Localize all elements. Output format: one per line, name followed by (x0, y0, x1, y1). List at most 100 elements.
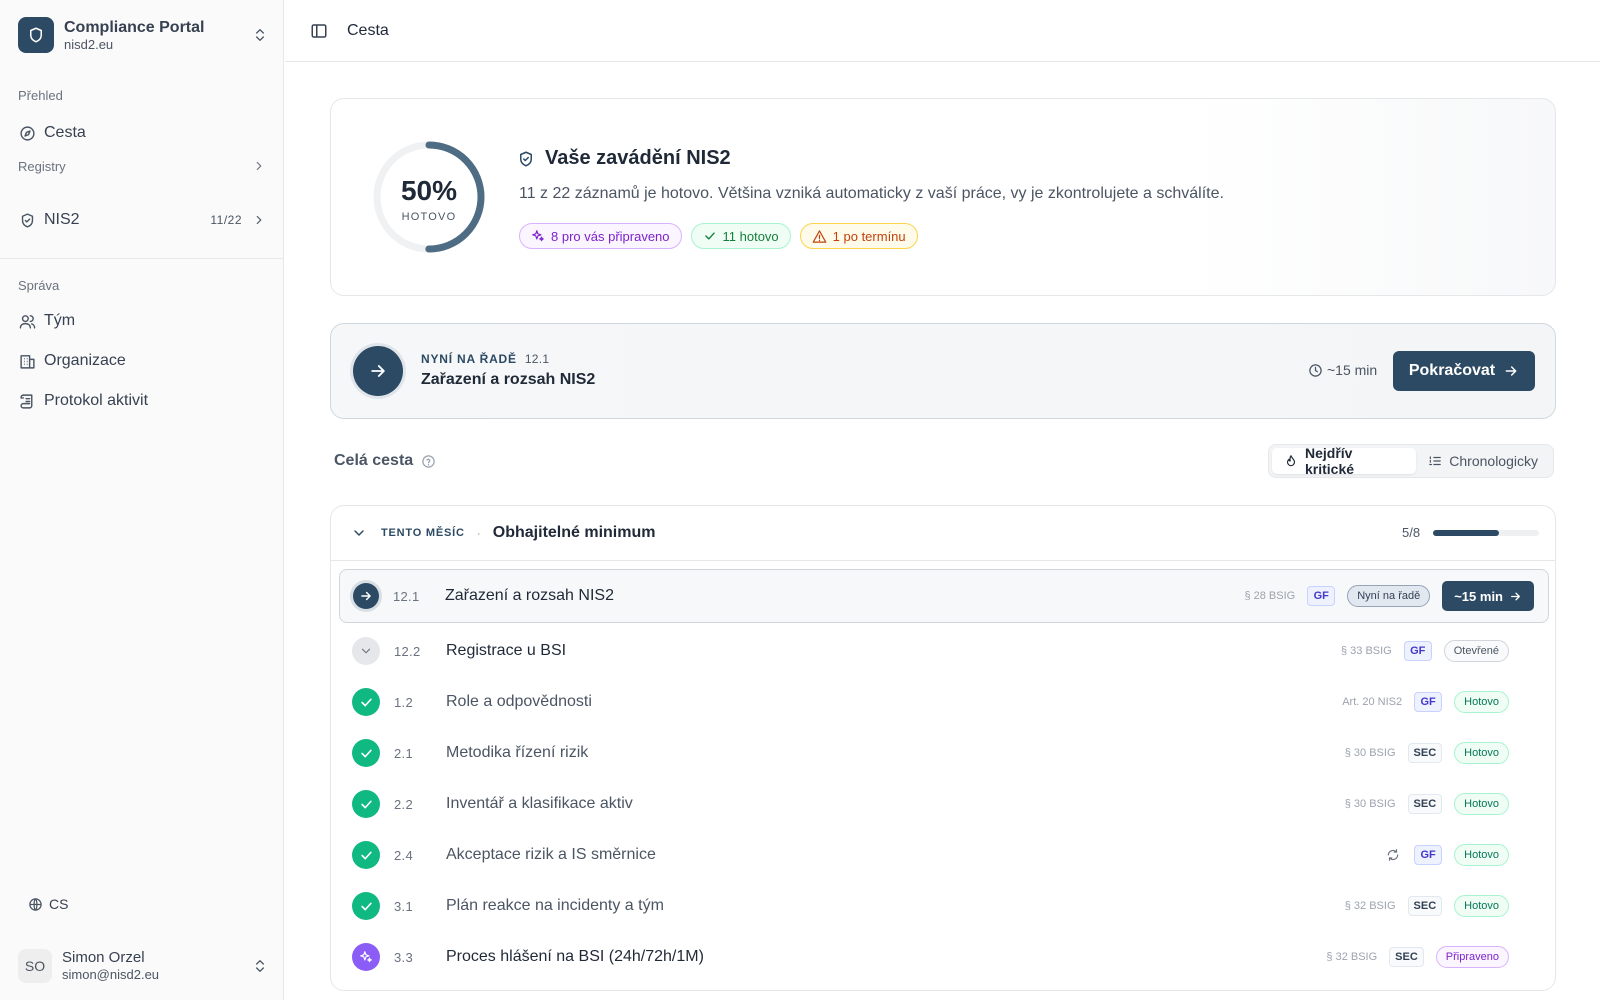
status-pills: 8 pro vás připraveno 11 hotovo 1 po term… (519, 223, 927, 249)
row-code: 2.1 (394, 745, 413, 761)
task-group-progress (1433, 530, 1539, 536)
table-row[interactable]: 12.2 Registrace u BSI § 33 BSIG GF Otevř… (339, 626, 1549, 676)
sparkles-icon (531, 229, 545, 243)
status-badge: Hotovo (1454, 793, 1509, 815)
help-circle-icon[interactable] (421, 454, 436, 469)
sidebar-toggle-icon[interactable] (309, 21, 329, 41)
pill-done[interactable]: 11 hotovo (690, 223, 791, 249)
start-task-button-label: ~15 min (1454, 588, 1503, 604)
row-code: 12.1 (393, 588, 420, 604)
chevron-down-icon[interactable] (352, 637, 380, 665)
language-label: CS (49, 896, 69, 912)
sidebar-item-nis2[interactable]: NIS2 11/22 (18, 206, 266, 234)
nis2-count: 11/22 (210, 213, 242, 227)
status-badge: Nyní na řadě (1347, 585, 1431, 607)
table-row[interactable]: 2.1 Metodika řízení rizik § 30 BSIG SEC … (339, 728, 1549, 778)
refresh-icon (1386, 848, 1400, 862)
row-code: 3.3 (394, 949, 413, 965)
sidebar-item-label: Registry (18, 158, 66, 174)
row-tag: GF (1307, 586, 1336, 606)
full-path-heading: Celá cesta (334, 452, 436, 470)
check-circle-icon (352, 739, 380, 767)
topbar: Cesta (285, 0, 1600, 62)
section-label-admin: Správa (18, 278, 60, 293)
progress-card: 50% HOTOVO Vaše zavádění NIS2 11 z 22 zá… (330, 98, 1556, 296)
status-badge: Hotovo (1454, 742, 1509, 764)
user-menu[interactable]: SO Simon Orzel simon@nisd2.eu (18, 946, 268, 986)
sort-chronological-button[interactable]: Chronologicky (1416, 448, 1550, 474)
check-circle-icon (352, 892, 380, 920)
row-title: Registrace u BSI (446, 642, 567, 659)
chevron-right-icon (252, 213, 266, 227)
table-row[interactable]: 1.2 Role a odpovědnosti Art. 20 NIS2 GF … (339, 677, 1549, 727)
user-email: simon@nisd2.eu (62, 967, 160, 982)
full-path-heading-text: Celá cesta (334, 452, 414, 469)
sidebar-item-label: NIS2 (44, 211, 80, 228)
sidebar-item-label: Protokol aktivit (44, 392, 149, 409)
task-group-count: 5/8 (1402, 525, 1421, 540)
check-circle-icon (352, 790, 380, 818)
pill-overdue[interactable]: 1 po termínu (799, 223, 918, 249)
chevron-up-down-icon (252, 958, 268, 974)
chevron-right-icon (252, 159, 266, 173)
chevron-down-icon (351, 525, 367, 541)
shield-check-icon (517, 150, 535, 168)
row-code: 3.1 (394, 898, 413, 914)
row-title: Inventář a klasifikace aktiv (446, 795, 633, 812)
row-code: 1.2 (394, 694, 413, 710)
status-badge: Otevřené (1443, 640, 1509, 662)
arrow-right-icon (1503, 363, 1519, 379)
task-group-eyebrow: TENTO MĚSÍC (381, 527, 465, 539)
table-row[interactable]: 3.3 Proces hlášení na BSI (24h/72h/1M) §… (339, 932, 1549, 982)
check-circle-icon (352, 841, 380, 869)
continue-button-label: Pokračovat (1408, 362, 1496, 379)
hero-description: 11 z 22 záznamů je hotovo. Většina vznik… (519, 185, 1224, 202)
table-row[interactable]: 3.1 Plán reakce na incidenty a tým § 32 … (339, 881, 1549, 931)
pill-prepared-label: 8 pro vás připraveno (551, 228, 670, 244)
row-tag: SEC (1389, 947, 1424, 967)
row-reference: § 33 BSIG (1340, 645, 1392, 657)
status-badge: Hotovo (1454, 691, 1509, 713)
next-up-time-text: ~15 min (1327, 362, 1378, 378)
shield-check-icon (18, 211, 36, 229)
check-circle-icon (352, 688, 380, 716)
table-row[interactable]: 2.2 Inventář a klasifikace aktiv § 30 BS… (339, 779, 1549, 829)
task-group-header[interactable]: TENTO MĚSÍC · Obhajitelné minimum 5/8 (331, 506, 1555, 561)
language-switcher[interactable]: CS (28, 896, 68, 912)
table-row[interactable]: 12.1 Zařazení a rozsah NIS2 § 28 BSIG GF… (339, 569, 1549, 623)
arrow-right-icon (1509, 590, 1522, 603)
pill-prepared[interactable]: 8 pro vás připraveno (519, 223, 682, 249)
users-icon (18, 312, 36, 330)
breadcrumb: Cesta (347, 21, 389, 39)
sidebar-item-label: Cesta (44, 124, 86, 141)
sort-toggle: Nejdřív kritické Chronologicky (1268, 444, 1554, 478)
sidebar-item-organization[interactable]: Organizace (18, 347, 266, 375)
sidebar: Compliance Portal nisd2.eu Přehled Cesta… (0, 0, 284, 1000)
section-label-overview: Přehled (18, 88, 63, 103)
sidebar-item-activity-log[interactable]: Protokol aktivit (18, 387, 266, 415)
next-up-card[interactable]: NYNÍ NA ŘADĚ 12.1 Zařazení a rozsah NIS2 … (330, 323, 1556, 419)
sort-critical-label: Nejdřív kritické (1305, 445, 1355, 477)
row-code: 2.2 (394, 796, 413, 812)
avatar: SO (18, 949, 52, 983)
sidebar-item-journey[interactable]: Cesta (18, 119, 266, 147)
clock-icon (1308, 363, 1323, 378)
table-row[interactable]: 2.4 Akceptace rizik a IS směrnice GF Hot… (339, 830, 1549, 880)
globe-icon (28, 897, 43, 912)
row-title: Zařazení a rozsah NIS2 (445, 587, 614, 604)
sort-critical-button[interactable]: Nejdřív kritické (1272, 445, 1417, 477)
progress-percent-label: HOTOVO (401, 211, 457, 223)
task-group-title: Obhajitelné minimum (492, 524, 656, 541)
sidebar-item-team[interactable]: Tým (18, 307, 266, 335)
arrow-right-icon (353, 346, 403, 396)
flame-icon (1284, 454, 1298, 468)
row-tag: GF (1403, 641, 1432, 661)
row-title: Metodika řízení rizik (446, 744, 589, 761)
continue-button[interactable]: Pokračovat (1393, 351, 1535, 391)
sidebar-group-registers[interactable]: Registry (18, 152, 266, 180)
check-icon (703, 229, 717, 243)
start-task-button[interactable]: ~15 min (1442, 581, 1534, 611)
shield-logo-icon (18, 17, 54, 53)
workspace-switcher[interactable]: Compliance Portal nisd2.eu (18, 17, 268, 53)
sparkles-icon (352, 943, 380, 971)
